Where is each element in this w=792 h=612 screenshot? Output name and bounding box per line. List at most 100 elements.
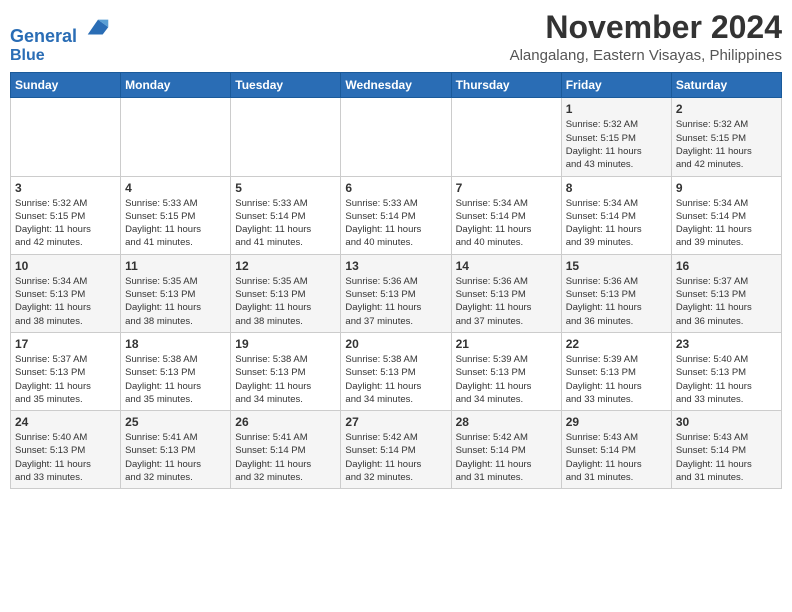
day-number: 18 [125,337,226,351]
day-cell: 29 Sunrise: 5:43 AM Sunset: 5:14 PM Dayli… [561,411,671,489]
logo-text: General [10,14,112,47]
day-info: Sunrise: 5:43 AM Sunset: 5:14 PM Dayligh… [676,431,777,484]
day-cell: 3 Sunrise: 5:32 AM Sunset: 5:15 PM Daylig… [11,176,121,254]
day-number: 28 [456,415,557,429]
day-number: 21 [456,337,557,351]
day-info: Sunrise: 5:32 AM Sunset: 5:15 PM Dayligh… [15,197,116,250]
day-cell: 12 Sunrise: 5:35 AM Sunset: 5:13 PM Dayli… [231,254,341,332]
col-header-tuesday: Tuesday [231,73,341,98]
day-number: 3 [15,181,116,195]
day-info: Sunrise: 5:32 AM Sunset: 5:15 PM Dayligh… [566,118,667,171]
calendar-table: SundayMondayTuesdayWednesdayThursdayFrid… [10,72,782,489]
day-cell: 7 Sunrise: 5:34 AM Sunset: 5:14 PM Daylig… [451,176,561,254]
calendar-header: SundayMondayTuesdayWednesdayThursdayFrid… [11,73,782,98]
day-number: 27 [345,415,446,429]
day-info: Sunrise: 5:41 AM Sunset: 5:13 PM Dayligh… [125,431,226,484]
day-number: 10 [15,259,116,273]
header-row: SundayMondayTuesdayWednesdayThursdayFrid… [11,73,782,98]
day-number: 7 [456,181,557,195]
col-header-monday: Monday [121,73,231,98]
day-info: Sunrise: 5:40 AM Sunset: 5:13 PM Dayligh… [15,431,116,484]
day-info: Sunrise: 5:37 AM Sunset: 5:13 PM Dayligh… [15,353,116,406]
week-row-4: 17Sunrise: 5:37 AM Sunset: 5:13 PM Dayli… [11,332,782,410]
day-cell: 25 Sunrise: 5:41 AM Sunset: 5:13 PM Dayli… [121,411,231,489]
day-cell [11,98,121,176]
day-cell: 15 Sunrise: 5:36 AM Sunset: 5:13 PM Dayli… [561,254,671,332]
day-number: 13 [345,259,446,273]
day-cell: 8 Sunrise: 5:34 AM Sunset: 5:14 PM Daylig… [561,176,671,254]
day-cell: 26 Sunrise: 5:41 AM Sunset: 5:14 PM Dayli… [231,411,341,489]
day-number: 14 [456,259,557,273]
day-info: Sunrise: 5:35 AM Sunset: 5:13 PM Dayligh… [125,275,226,328]
day-info: Sunrise: 5:38 AM Sunset: 5:13 PM Dayligh… [125,353,226,406]
day-cell: 9Sunrise: 5:34 AM Sunset: 5:14 PM Daylig… [671,176,781,254]
day-number: 29 [566,415,667,429]
day-number: 24 [15,415,116,429]
day-number: 11 [125,259,226,273]
day-info: Sunrise: 5:34 AM Sunset: 5:14 PM Dayligh… [456,197,557,250]
day-cell: 10 Sunrise: 5:34 AM Sunset: 5:13 PM Dayli… [11,254,121,332]
day-number: 4 [125,181,226,195]
day-cell: 2 Sunrise: 5:32 AM Sunset: 5:15 PM Daylig… [671,98,781,176]
day-info: Sunrise: 5:43 AM Sunset: 5:14 PM Dayligh… [566,431,667,484]
logo-blue: Blue [10,47,112,65]
day-info: Sunrise: 5:39 AM Sunset: 5:13 PM Dayligh… [456,353,557,406]
week-row-5: 24 Sunrise: 5:40 AM Sunset: 5:13 PM Dayli… [11,411,782,489]
day-number: 12 [235,259,336,273]
day-info: Sunrise: 5:41 AM Sunset: 5:14 PM Dayligh… [235,431,336,484]
day-number: 2 [676,102,777,116]
day-info: Sunrise: 5:33 AM Sunset: 5:14 PM Dayligh… [235,197,336,250]
day-cell: 19Sunrise: 5:38 AM Sunset: 5:13 PM Dayli… [231,332,341,410]
calendar-body: 1Sunrise: 5:32 AM Sunset: 5:15 PM Daylig… [11,98,782,489]
day-info: Sunrise: 5:33 AM Sunset: 5:14 PM Dayligh… [345,197,446,250]
day-cell: 14 Sunrise: 5:36 AM Sunset: 5:13 PM Dayli… [451,254,561,332]
day-number: 30 [676,415,777,429]
day-number: 9 [676,181,777,195]
day-cell: 17Sunrise: 5:37 AM Sunset: 5:13 PM Dayli… [11,332,121,410]
day-number: 15 [566,259,667,273]
day-number: 22 [566,337,667,351]
day-cell: 28Sunrise: 5:42 AM Sunset: 5:14 PM Dayli… [451,411,561,489]
day-info: Sunrise: 5:34 AM Sunset: 5:13 PM Dayligh… [15,275,116,328]
day-cell: 20Sunrise: 5:38 AM Sunset: 5:13 PM Dayli… [341,332,451,410]
day-cell: 4 Sunrise: 5:33 AM Sunset: 5:15 PM Daylig… [121,176,231,254]
day-number: 20 [345,337,446,351]
day-info: Sunrise: 5:40 AM Sunset: 5:13 PM Dayligh… [676,353,777,406]
day-info: Sunrise: 5:34 AM Sunset: 5:14 PM Dayligh… [566,197,667,250]
logo-icon [84,14,112,42]
day-number: 26 [235,415,336,429]
day-number: 23 [676,337,777,351]
day-cell: 18 Sunrise: 5:38 AM Sunset: 5:13 PM Dayli… [121,332,231,410]
location-subtitle: Alangalang, Eastern Visayas, Philippines [510,47,782,64]
day-info: Sunrise: 5:39 AM Sunset: 5:13 PM Dayligh… [566,353,667,406]
day-cell: 16 Sunrise: 5:37 AM Sunset: 5:13 PM Dayli… [671,254,781,332]
logo: General Blue [10,14,112,64]
day-number: 25 [125,415,226,429]
day-info: Sunrise: 5:35 AM Sunset: 5:13 PM Dayligh… [235,275,336,328]
day-cell: 22 Sunrise: 5:39 AM Sunset: 5:13 PM Dayli… [561,332,671,410]
day-number: 8 [566,181,667,195]
day-cell: 27Sunrise: 5:42 AM Sunset: 5:14 PM Dayli… [341,411,451,489]
col-header-thursday: Thursday [451,73,561,98]
day-cell: 13Sunrise: 5:36 AM Sunset: 5:13 PM Dayli… [341,254,451,332]
day-info: Sunrise: 5:36 AM Sunset: 5:13 PM Dayligh… [566,275,667,328]
title-block: November 2024 Alangalang, Eastern Visaya… [510,10,782,64]
day-info: Sunrise: 5:37 AM Sunset: 5:13 PM Dayligh… [676,275,777,328]
page-header: General Blue November 2024 Alangalang, E… [10,10,782,64]
col-header-saturday: Saturday [671,73,781,98]
day-cell: 30 Sunrise: 5:43 AM Sunset: 5:14 PM Dayli… [671,411,781,489]
day-number: 5 [235,181,336,195]
day-cell: 5 Sunrise: 5:33 AM Sunset: 5:14 PM Daylig… [231,176,341,254]
day-number: 6 [345,181,446,195]
day-cell: 6 Sunrise: 5:33 AM Sunset: 5:14 PM Daylig… [341,176,451,254]
day-info: Sunrise: 5:33 AM Sunset: 5:15 PM Dayligh… [125,197,226,250]
day-info: Sunrise: 5:32 AM Sunset: 5:15 PM Dayligh… [676,118,777,171]
day-cell [121,98,231,176]
week-row-1: 1Sunrise: 5:32 AM Sunset: 5:15 PM Daylig… [11,98,782,176]
month-title: November 2024 [510,10,782,45]
day-info: Sunrise: 5:36 AM Sunset: 5:13 PM Dayligh… [456,275,557,328]
day-cell: 24 Sunrise: 5:40 AM Sunset: 5:13 PM Dayli… [11,411,121,489]
week-row-2: 3 Sunrise: 5:32 AM Sunset: 5:15 PM Daylig… [11,176,782,254]
day-cell: 21 Sunrise: 5:39 AM Sunset: 5:13 PM Dayli… [451,332,561,410]
day-number: 16 [676,259,777,273]
